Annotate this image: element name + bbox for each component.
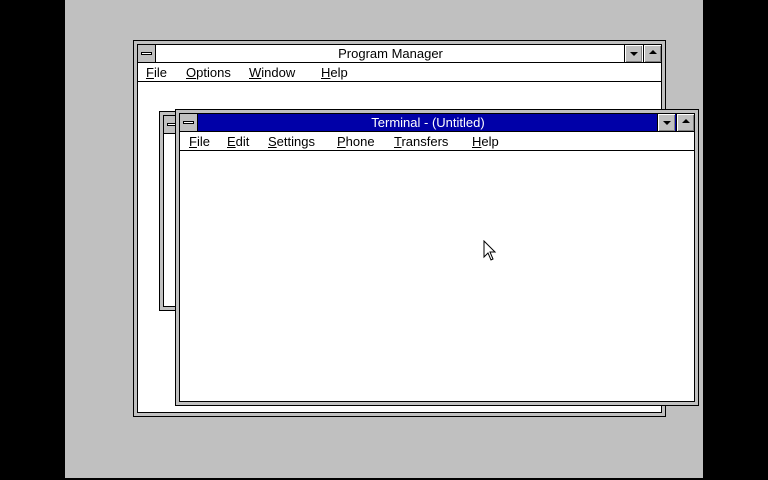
terminal-menubar: File Edit Settings Phone Transfers Help	[180, 132, 694, 151]
maximize-button[interactable]	[643, 45, 661, 62]
menu-mnemonic: H	[321, 65, 331, 80]
minimize-arrow-icon	[663, 121, 671, 125]
program-manager-titlebar[interactable]: Program Manager	[138, 45, 661, 63]
minimize-button[interactable]	[657, 114, 675, 131]
menu-help[interactable]: Help	[472, 134, 499, 149]
system-menu-icon	[141, 52, 152, 55]
menu-label: ettings	[276, 134, 315, 149]
menu-label: ptions	[196, 65, 231, 80]
terminal-titlebar[interactable]: Terminal - (Untitled)	[180, 114, 694, 132]
minimize-button[interactable]	[624, 45, 642, 62]
system-menu-icon	[183, 121, 194, 124]
system-menu-button[interactable]	[138, 45, 156, 62]
menu-mnemonic: H	[472, 134, 482, 149]
terminal-text-area[interactable]	[180, 151, 694, 401]
menu-edit[interactable]: Edit	[227, 134, 249, 149]
system-menu-button[interactable]	[180, 114, 198, 131]
menu-help[interactable]: Help	[321, 65, 348, 80]
mouse-pointer-icon	[483, 240, 497, 261]
menu-mnemonic: P	[337, 134, 346, 149]
terminal-frame: Terminal - (Untitled) File Edit Settings…	[179, 113, 695, 402]
menu-file[interactable]: File	[146, 65, 167, 80]
menu-label: hone	[345, 134, 375, 149]
menu-label: ile	[153, 65, 167, 80]
menu-window[interactable]: Window	[249, 65, 295, 80]
menu-file[interactable]: File	[189, 134, 210, 149]
program-manager-menubar: File Options Window Help	[138, 63, 661, 82]
maximize-button[interactable]	[676, 114, 694, 131]
menu-label: dit	[235, 134, 250, 149]
menu-mnemonic: E	[227, 134, 236, 149]
menu-mnemonic: W	[249, 65, 262, 80]
window-title: Program Manager	[338, 47, 443, 61]
minimize-arrow-icon	[630, 52, 638, 56]
menu-phone[interactable]: Phone	[337, 134, 375, 149]
menu-label: indow	[261, 65, 296, 80]
menu-transfers[interactable]: Transfers	[394, 134, 448, 149]
maximize-arrow-icon	[682, 119, 690, 123]
menu-label: ransfers	[401, 134, 449, 149]
menu-label: elp	[330, 65, 348, 80]
menu-mnemonic: O	[186, 65, 197, 80]
menu-mnemonic: S	[268, 134, 277, 149]
menu-label: elp	[481, 134, 499, 149]
maximize-arrow-icon	[649, 50, 657, 54]
terminal-window[interactable]: Terminal - (Untitled) File Edit Settings…	[175, 109, 699, 406]
menu-settings[interactable]: Settings	[268, 134, 315, 149]
window-title: Terminal - (Untitled)	[371, 116, 485, 130]
menu-options[interactable]: Options	[186, 65, 231, 80]
menu-label: ile	[196, 134, 210, 149]
menu-mnemonic: F	[189, 134, 197, 149]
menu-mnemonic: F	[146, 65, 154, 80]
